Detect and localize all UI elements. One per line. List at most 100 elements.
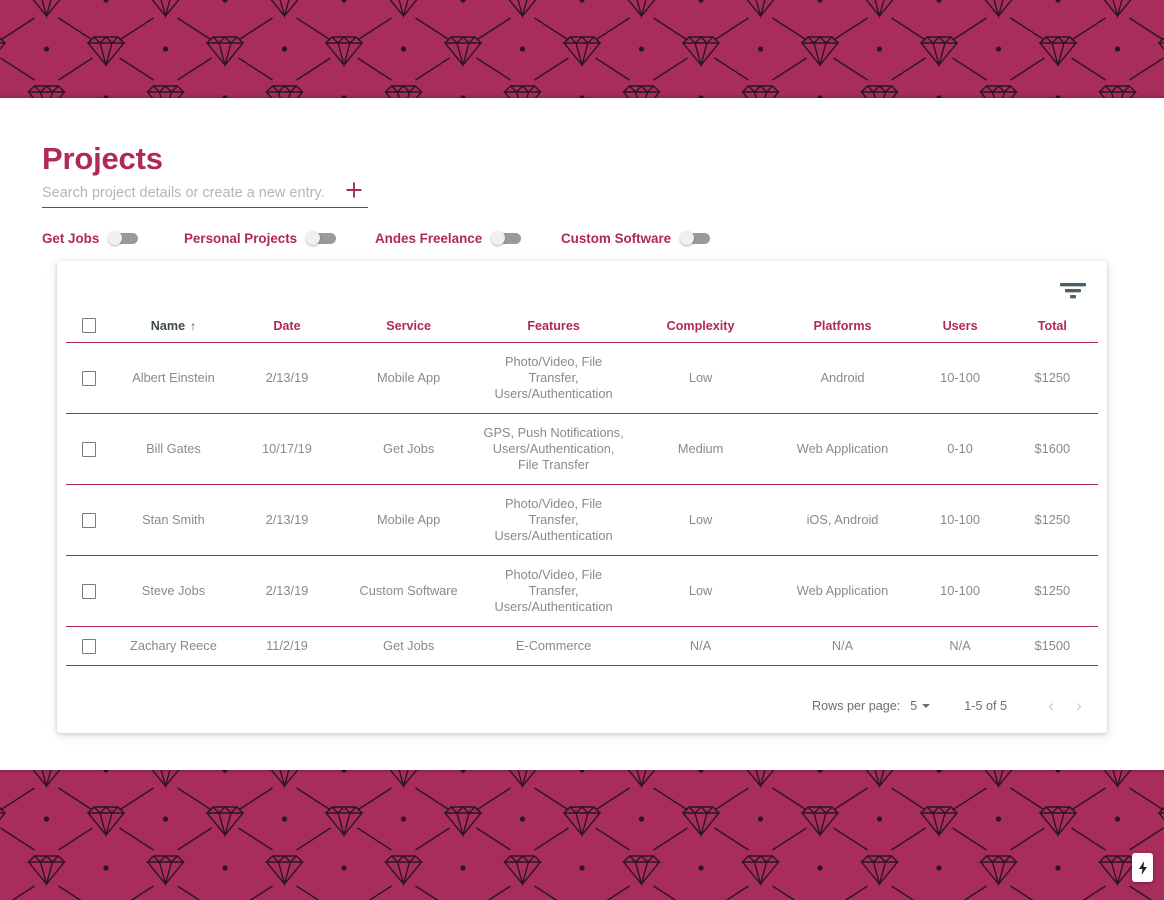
sort-ascending-icon: ↑ [190, 319, 197, 334]
bottom-decorative-banner [0, 770, 1164, 900]
cell-platforms: iOS, Android [771, 484, 914, 557]
row-checkbox[interactable] [82, 513, 97, 529]
card-toolbar [57, 261, 1107, 318]
rows-per-page-select[interactable]: 5 [910, 699, 931, 713]
cell-complexity: N/A [629, 626, 772, 667]
row-checkbox[interactable] [82, 442, 97, 458]
chevron-down-icon [922, 704, 931, 708]
cell-features: Photo/Video, File Transfer, Users/Authen… [477, 342, 630, 415]
previous-page-button[interactable]: ‹ [1037, 696, 1065, 716]
cell-date: 11/2/19 [234, 626, 340, 667]
column-header-platforms[interactable]: Platforms [771, 318, 914, 344]
cell-service: Mobile App [339, 484, 478, 557]
cell-users: 10-100 [913, 555, 1007, 628]
cell-name: Zachary Reece [112, 626, 235, 667]
filter-icon [1060, 283, 1086, 299]
filter-toggle-label: Custom Software [561, 230, 672, 246]
table-body: Albert Einstein 2/13/19 Mobile App Photo/Vi… [66, 342, 1098, 667]
table-row[interactable]: Zachary Reece 11/2/19 Get Jobs E-Commerce N/… [66, 626, 1098, 667]
cell-features: GPS, Push Notifications, Users/Authentic… [477, 413, 630, 486]
cell-service: Mobile App [339, 342, 478, 415]
select-all-checkbox[interactable] [82, 318, 97, 334]
row-select-cell [66, 555, 113, 628]
cell-complexity: Low [629, 342, 772, 415]
cell-complexity: Medium [629, 413, 772, 486]
cell-total: $1250 [1006, 484, 1098, 557]
row-select-cell [66, 484, 113, 557]
filter-toggle-1[interactable]: Personal Projects [184, 226, 337, 250]
cell-users: 10-100 [913, 484, 1007, 557]
toggle-switch[interactable] [680, 231, 711, 245]
filter-button[interactable] [1057, 276, 1089, 306]
toggle-switch[interactable] [108, 231, 139, 245]
cell-platforms: N/A [771, 626, 914, 667]
row-select-cell [66, 342, 113, 415]
cell-date: 2/13/19 [234, 484, 340, 557]
column-header-service[interactable]: Service [339, 318, 478, 344]
filter-toggle-label: Get Jobs [42, 230, 100, 246]
table-header-row: Name ↑ Date Service Features Complexity P… [66, 318, 1098, 344]
toggle-switch[interactable] [491, 231, 522, 245]
cell-platforms: Web Application [771, 413, 914, 486]
filter-toggle-label: Personal Projects [184, 230, 298, 246]
table-head: Name ↑ Date Service Features Complexity P… [66, 318, 1098, 344]
row-select-cell [66, 413, 113, 486]
column-header-total[interactable]: Total [1006, 318, 1098, 344]
cell-complexity: Low [629, 484, 772, 557]
rows-per-page-label: Rows per page: [812, 699, 901, 713]
cell-date: 2/13/19 [234, 555, 340, 628]
column-header-name-label: Name [150, 319, 186, 334]
page-title: Projects [42, 141, 163, 176]
page-content: Projects Get Jobs Personal Projects Andes … [0, 98, 1164, 770]
filter-toggle-0[interactable]: Get Jobs [42, 226, 139, 250]
row-checkbox[interactable] [82, 584, 97, 600]
column-header-features[interactable]: Features [477, 318, 630, 344]
cell-total: $1250 [1006, 342, 1098, 415]
cell-total: $1600 [1006, 413, 1098, 486]
pagination-range: 1-5 of 5 [964, 699, 1007, 713]
cell-features: E-Commerce [477, 626, 630, 667]
cell-date: 10/17/19 [234, 413, 340, 486]
table-row[interactable]: Stan Smith 2/13/19 Mobile App Photo/Video, … [66, 484, 1098, 557]
cell-service: Custom Software [339, 555, 478, 628]
cell-service: Get Jobs [339, 413, 478, 486]
add-entry-button[interactable] [344, 179, 366, 201]
row-select-cell [66, 626, 113, 667]
projects-table: Name ↑ Date Service Features Complexity P… [66, 318, 1098, 667]
pagination: Rows per page: 5 1-5 of 5 ‹ › [812, 689, 1093, 723]
cell-service: Get Jobs [339, 626, 478, 667]
cell-users: N/A [913, 626, 1007, 667]
cell-total: $1500 [1006, 626, 1098, 667]
lightning-bolt-icon [1138, 860, 1147, 875]
filter-toggle-3[interactable]: Custom Software [561, 226, 711, 250]
cell-features: Photo/Video, File Transfer, Users/Authen… [477, 555, 630, 628]
lighthouse-badge[interactable] [1132, 853, 1153, 882]
cell-features: Photo/Video, File Transfer, Users/Authen… [477, 484, 630, 557]
filter-toggle-2[interactable]: Andes Freelance [375, 226, 522, 250]
table-row[interactable]: Albert Einstein 2/13/19 Mobile App Photo/Vi… [66, 342, 1098, 415]
cell-name: Albert Einstein [112, 342, 235, 415]
cell-complexity: Low [629, 555, 772, 628]
column-header-name[interactable]: Name ↑ [112, 318, 235, 344]
projects-card: Name ↑ Date Service Features Complexity P… [57, 261, 1107, 733]
cell-total: $1250 [1006, 555, 1098, 628]
rows-per-page-value: 5 [910, 699, 918, 713]
column-header-date[interactable]: Date [234, 318, 340, 344]
cell-name: Steve Jobs [112, 555, 235, 628]
cell-date: 2/13/19 [234, 342, 340, 415]
search-row [42, 182, 368, 208]
filter-toggle-row: Get Jobs Personal Projects Andes Freelance… [42, 226, 1102, 250]
row-checkbox[interactable] [82, 639, 97, 655]
next-page-button[interactable]: › [1065, 696, 1093, 716]
table-row[interactable]: Bill Gates 10/17/19 Get Jobs GPS, Push Noti… [66, 413, 1098, 486]
cell-users: 0-10 [913, 413, 1007, 486]
cell-name: Stan Smith [112, 484, 235, 557]
table-row[interactable]: Steve Jobs 2/13/19 Custom Software Photo/Vi… [66, 555, 1098, 628]
toggle-switch[interactable] [306, 231, 337, 245]
search-input[interactable] [42, 182, 332, 204]
row-checkbox[interactable] [82, 371, 97, 387]
cell-name: Bill Gates [112, 413, 235, 486]
cell-platforms: Web Application [771, 555, 914, 628]
column-header-complexity[interactable]: Complexity [629, 318, 772, 344]
column-header-users[interactable]: Users [913, 318, 1007, 344]
